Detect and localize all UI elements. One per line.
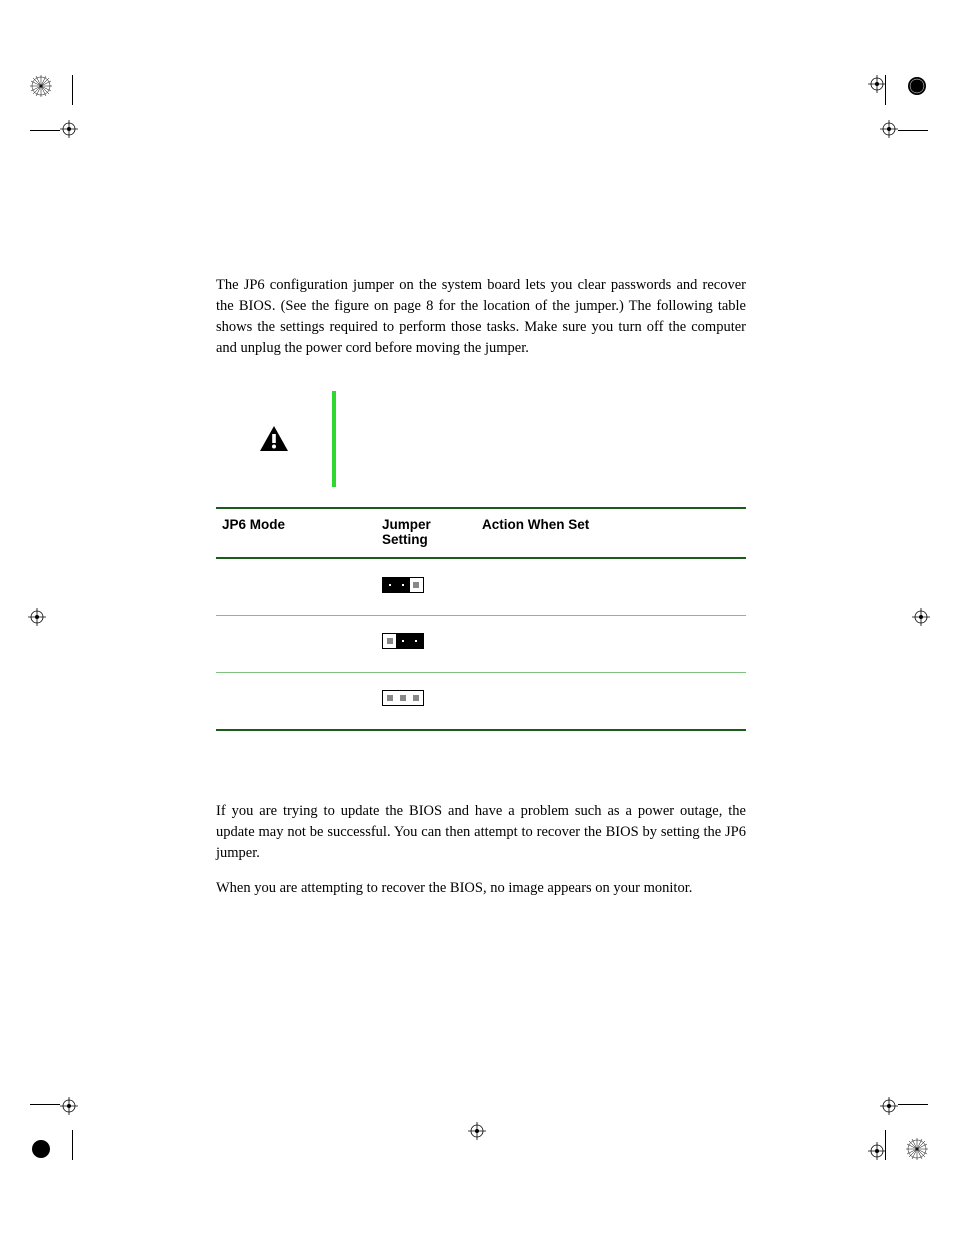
crop-mark [898, 130, 928, 131]
action-cell [476, 673, 746, 729]
jumper-diagram-none [382, 690, 424, 706]
table-header-setting: Jumper Setting [376, 509, 476, 557]
jumper-table: JP6 Mode Jumper Setting Action When Set [216, 507, 746, 731]
caution-rule [332, 391, 336, 487]
reg-mark-tl [60, 120, 78, 138]
crop-mark [72, 75, 73, 105]
reg-mark-bc [468, 1122, 486, 1140]
crop-mark [30, 1104, 60, 1105]
radial-mark-tl [30, 75, 52, 97]
setting-cell [376, 559, 476, 615]
table-header-action: Action When Set [476, 509, 746, 557]
reg-mark-br [880, 1097, 898, 1115]
recover-paragraph-1: If you are trying to update the BIOS and… [216, 801, 746, 864]
mode-cell [216, 616, 376, 672]
reg-mark-mr [912, 608, 930, 626]
page-content: The JP6 configuration jumper on the syst… [216, 275, 746, 913]
crop-mark [30, 130, 60, 131]
action-cell [476, 559, 746, 615]
lower-text: If you are trying to update the BIOS and… [216, 801, 746, 899]
jumper-diagram-2-3 [382, 633, 424, 649]
reg-mark-bl [60, 1097, 78, 1115]
reg-mark-tr2 [868, 75, 886, 93]
reg-mark-br2 [868, 1142, 886, 1160]
jumper-diagram-1-2 [382, 577, 424, 593]
caution-block [216, 391, 746, 487]
mode-cell [216, 673, 376, 729]
radial-mark-tr [906, 75, 928, 97]
radial-mark-bl [30, 1138, 52, 1160]
table-header-mode: JP6 Mode [216, 509, 376, 557]
table-row [216, 616, 746, 672]
warning-icon [259, 425, 289, 453]
intro-paragraph: The JP6 configuration jumper on the syst… [216, 275, 746, 359]
reg-mark-tr [880, 120, 898, 138]
reg-mark-ml [28, 608, 46, 626]
mode-cell [216, 559, 376, 615]
crop-mark [898, 1104, 928, 1105]
table-row [216, 559, 746, 615]
action-cell [476, 616, 746, 672]
crop-mark [72, 1130, 73, 1160]
radial-mark-br [906, 1138, 928, 1160]
setting-cell [376, 616, 476, 672]
setting-cell [376, 673, 476, 729]
recover-paragraph-2: When you are attempting to recover the B… [216, 878, 746, 899]
table-row [216, 673, 746, 729]
